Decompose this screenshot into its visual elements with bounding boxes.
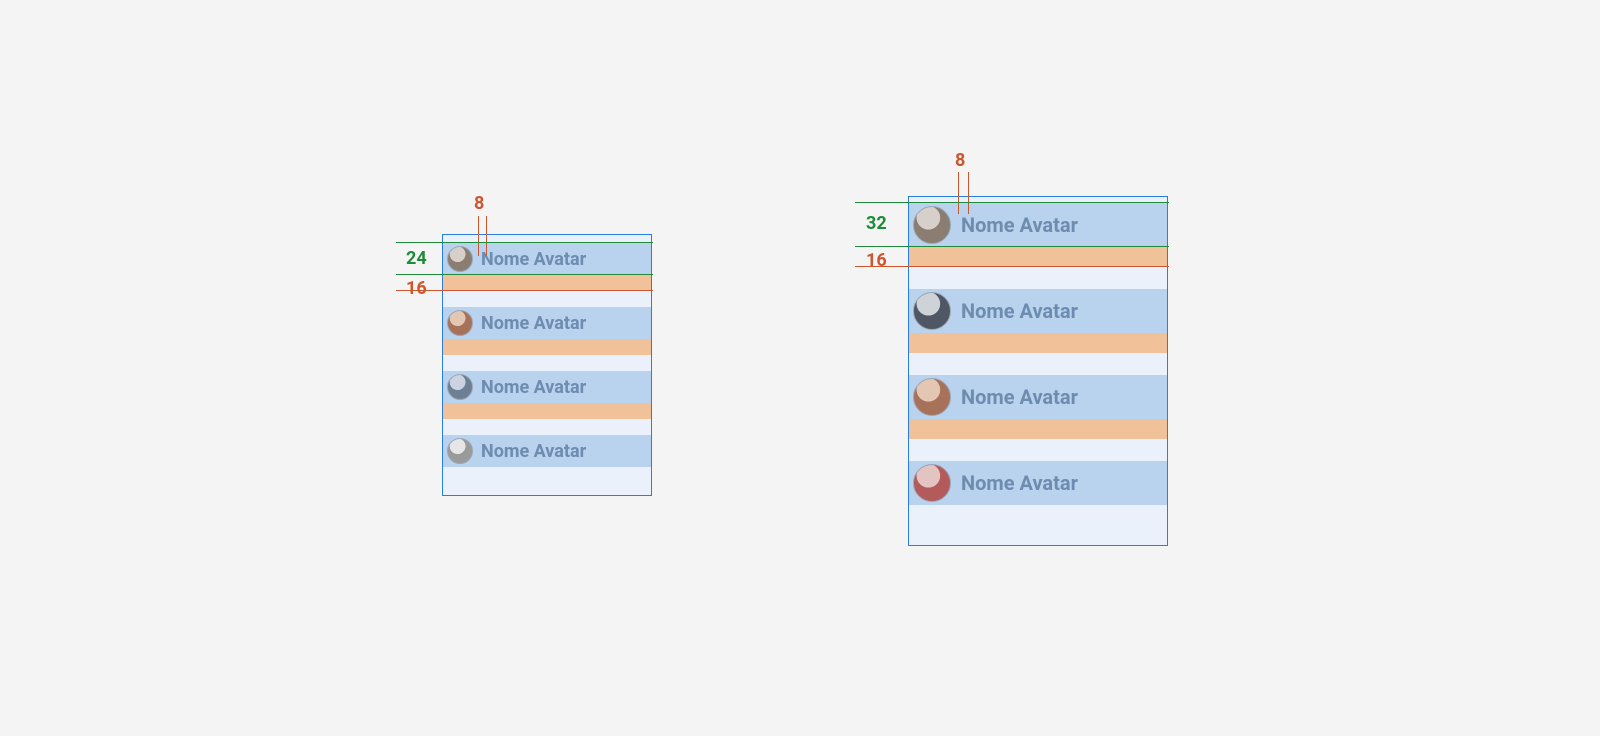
row-gap xyxy=(443,403,651,419)
avatar xyxy=(447,310,473,336)
avatar xyxy=(913,292,951,330)
dimension-line xyxy=(396,290,653,291)
avatar xyxy=(913,206,951,244)
list-item: Nome Avatar xyxy=(443,435,651,467)
dimension-line xyxy=(855,266,1169,267)
dimension-line xyxy=(396,274,653,275)
panel-large: Nome Avatar Nome Avatar Nome Avatar Nome… xyxy=(908,196,1168,546)
row-gap xyxy=(909,419,1167,439)
diagram-stage: Nome Avatar Nome Avatar Nome Avatar Nome… xyxy=(0,0,1600,736)
list-item: Nome Avatar xyxy=(909,203,1167,247)
dimension-line xyxy=(855,246,1169,247)
avatar-label: Nome Avatar xyxy=(481,313,586,334)
list-item: Nome Avatar xyxy=(909,289,1167,333)
avatar-label: Nome Avatar xyxy=(481,249,586,270)
dimension-label-32: 32 xyxy=(866,213,887,234)
list-item: Nome Avatar xyxy=(909,375,1167,419)
avatar xyxy=(913,464,951,502)
dimension-label-8: 8 xyxy=(955,150,965,171)
dimension-label-8: 8 xyxy=(474,193,484,214)
avatar-label: Nome Avatar xyxy=(961,299,1078,323)
list-item: Nome Avatar xyxy=(443,307,651,339)
row-gap xyxy=(443,275,651,291)
dimension-label-16: 16 xyxy=(866,250,887,271)
dimension-tick xyxy=(958,172,959,214)
row-gap xyxy=(909,333,1167,353)
avatar xyxy=(447,438,473,464)
avatar xyxy=(913,378,951,416)
dimension-label-24: 24 xyxy=(406,248,427,269)
dimension-tick xyxy=(478,216,479,256)
avatar-label: Nome Avatar xyxy=(481,377,586,398)
dimension-tick xyxy=(968,172,969,214)
avatar-label: Nome Avatar xyxy=(481,441,586,462)
list-item: Nome Avatar xyxy=(909,461,1167,505)
dimension-line xyxy=(396,242,653,243)
list-item: Nome Avatar xyxy=(443,371,651,403)
avatar xyxy=(447,374,473,400)
list-item: Nome Avatar xyxy=(443,243,651,275)
avatar xyxy=(447,246,473,272)
dimension-line xyxy=(855,202,1169,203)
row-gap xyxy=(909,247,1167,267)
avatar-label: Nome Avatar xyxy=(961,213,1078,237)
dimension-label-16: 16 xyxy=(406,278,427,299)
avatar-label: Nome Avatar xyxy=(961,385,1078,409)
row-gap xyxy=(443,339,651,355)
dimension-tick xyxy=(486,216,487,256)
avatar-label: Nome Avatar xyxy=(961,471,1078,495)
